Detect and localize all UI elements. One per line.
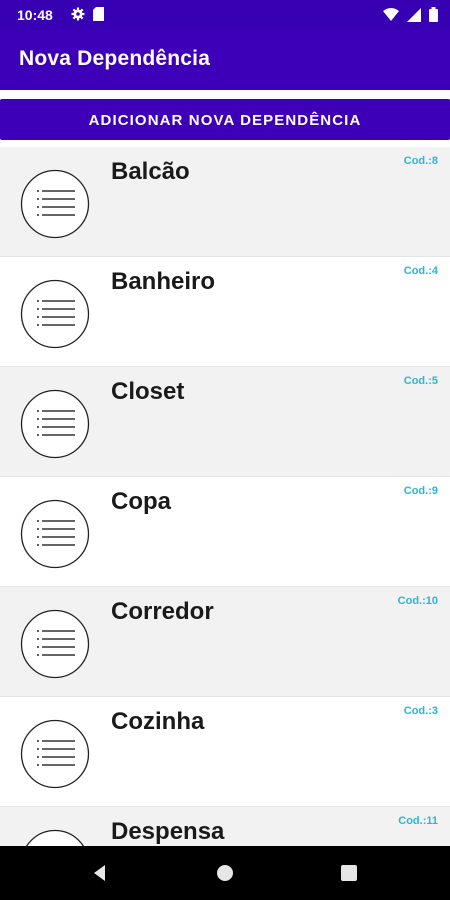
page-title: Nova Dependência (19, 47, 211, 70)
list-item[interactable]: Balcão Cod.:8 (0, 147, 450, 257)
wifi-icon (383, 7, 399, 27)
list-icon (20, 719, 90, 789)
item-code: Cod.:3 (403, 705, 438, 717)
battery-icon (429, 7, 438, 27)
dependency-list[interactable]: Balcão Cod.:8 Banheiro Cod.:4 Closet Cod… (0, 147, 450, 846)
item-code: Cod.:5 (403, 375, 438, 387)
item-name: Copa (111, 488, 171, 515)
app-bar: Nova Dependência (0, 30, 450, 90)
navigation-bar (0, 846, 450, 900)
list-item[interactable]: Despensa Cod.:11 (0, 807, 450, 846)
item-code: Cod.:11 (398, 815, 438, 827)
status-bar: 10:48 (0, 0, 450, 30)
sd-card-icon (93, 7, 104, 26)
list-item[interactable]: Corredor Cod.:10 (0, 587, 450, 697)
list-icon (20, 389, 90, 459)
gear-icon (71, 7, 85, 26)
list-item[interactable]: Closet Cod.:5 (0, 367, 450, 477)
item-name: Banheiro (111, 268, 216, 295)
list-item[interactable]: Cozinha Cod.:3 (0, 697, 450, 807)
status-time: 10:48 (17, 7, 53, 23)
list-item[interactable]: Banheiro Cod.:4 (0, 257, 450, 367)
list-icon (20, 279, 90, 349)
list-icon (20, 829, 90, 846)
signal-icon (407, 7, 421, 27)
item-name: Cozinha (111, 708, 205, 735)
item-name: Closet (111, 378, 185, 405)
list-icon (20, 169, 90, 239)
add-dependency-button[interactable]: ADICIONAR NOVA DEPENDÊNCIA (0, 99, 450, 140)
home-icon[interactable] (213, 861, 237, 885)
item-name: Corredor (111, 598, 214, 625)
recents-icon[interactable] (337, 861, 361, 885)
list-icon (20, 609, 90, 679)
back-icon[interactable] (88, 861, 112, 885)
item-code: Cod.:4 (403, 265, 438, 277)
item-name: Balcão (111, 158, 190, 185)
item-code: Cod.:10 (397, 595, 438, 607)
item-name: Despensa (111, 818, 225, 845)
item-code: Cod.:8 (403, 155, 438, 167)
item-code: Cod.:9 (403, 485, 438, 497)
list-item[interactable]: Copa Cod.:9 (0, 477, 450, 587)
list-icon (20, 499, 90, 569)
